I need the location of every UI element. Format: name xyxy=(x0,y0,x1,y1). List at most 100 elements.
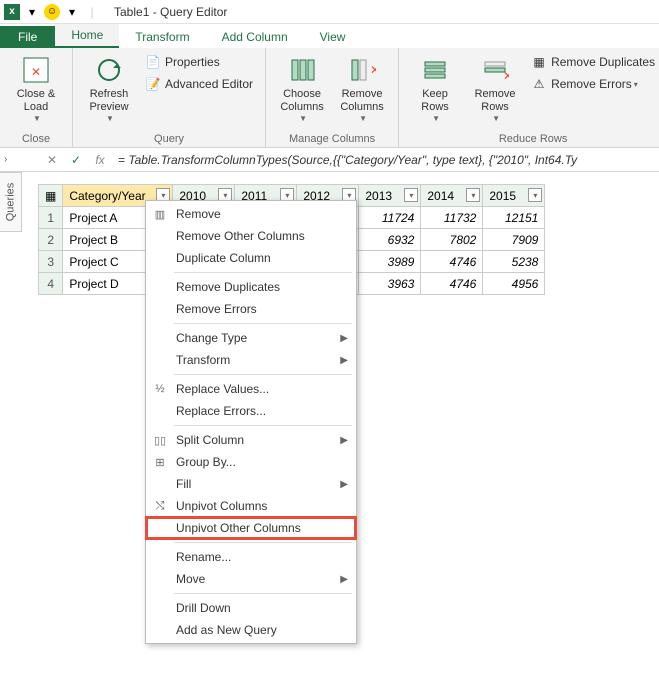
menu-drill-down[interactable]: Drill Down xyxy=(146,597,356,619)
choose-columns-button[interactable]: ChooseColumns ▼ xyxy=(274,52,330,125)
row-number[interactable]: 3 xyxy=(39,251,63,273)
cell[interactable]: 11732 xyxy=(421,207,483,229)
group-close: ✕ Close &Load ▼ Close xyxy=(0,48,73,147)
group-reduce-rows: KeepRows ▼ ✕ RemoveRows ▼ ▦Remove Duplic… xyxy=(399,48,659,147)
close-load-label: Close &Load xyxy=(17,88,56,114)
title-bar: x ▾ ☺ ▾ | Table1 - Query Editor xyxy=(0,0,659,24)
formula-input[interactable] xyxy=(112,151,659,169)
keep-rows-button[interactable]: KeepRows ▼ xyxy=(407,52,463,125)
cell[interactable]: 7802 xyxy=(421,229,483,251)
chevron-down-icon: ▼ xyxy=(492,114,500,123)
col-header-2014[interactable]: 2014▾ xyxy=(421,185,483,207)
cell[interactable]: 11724 xyxy=(359,207,421,229)
filter-icon[interactable]: ▾ xyxy=(404,188,418,202)
expand-queries-icon[interactable]: › xyxy=(4,154,7,165)
close-load-button[interactable]: ✕ Close &Load ▼ xyxy=(8,52,64,125)
tab-file[interactable]: File xyxy=(0,26,55,48)
row-number[interactable]: 1 xyxy=(39,207,63,229)
cell[interactable]: 3989 xyxy=(359,251,421,273)
filter-icon[interactable]: ▾ xyxy=(528,188,542,202)
submenu-arrow-icon: ▶ xyxy=(340,479,348,490)
row-number[interactable]: 2 xyxy=(39,229,63,251)
properties-button[interactable]: 📄Properties xyxy=(141,52,257,72)
menu-transform[interactable]: Transform▶ xyxy=(146,349,356,371)
menu-separator xyxy=(174,374,352,375)
tab-add-column[interactable]: Add Column xyxy=(206,26,304,48)
formula-bar: ✕ ✓ fx xyxy=(0,148,659,172)
choose-columns-label: ChooseColumns xyxy=(280,88,323,114)
tab-home[interactable]: Home xyxy=(55,24,119,48)
cell[interactable]: 12151 xyxy=(483,207,545,229)
remove-column-icon: ▥ xyxy=(152,206,168,222)
remove-duplicates-button[interactable]: ▦Remove Duplicates xyxy=(527,52,659,72)
menu-change-type[interactable]: Change Type▶ xyxy=(146,327,356,349)
qat-separator: | xyxy=(83,3,101,21)
menu-label: Replace Values... xyxy=(176,382,269,396)
filter-icon[interactable]: ▾ xyxy=(466,188,480,202)
group-by-icon: ⊞ xyxy=(152,454,168,470)
cell[interactable]: 5238 xyxy=(483,251,545,273)
menu-move[interactable]: Move▶ xyxy=(146,568,356,590)
split-column-icon: ▯▯ xyxy=(152,432,168,448)
unpivot-icon: ⤭ xyxy=(152,498,168,514)
menu-split-column[interactable]: ▯▯Split Column▶ xyxy=(146,429,356,451)
fx-icon[interactable]: fx xyxy=(88,150,112,170)
menu-remove-duplicates[interactable]: Remove Duplicates xyxy=(146,276,356,298)
chevron-down-icon: ▼ xyxy=(432,114,440,123)
refresh-preview-button[interactable]: RefreshPreview ▼ xyxy=(81,52,137,125)
menu-group-by[interactable]: ⊞ Group By... xyxy=(146,451,356,473)
col-header-2015[interactable]: 2015▾ xyxy=(483,185,545,207)
ribbon: ✕ Close &Load ▼ Close RefreshPreview ▼ 📄… xyxy=(0,48,659,148)
formula-cancel-button[interactable]: ✕ xyxy=(40,150,64,170)
menu-replace-errors[interactable]: Replace Errors... xyxy=(146,400,356,422)
cell[interactable]: 4956 xyxy=(483,273,545,295)
qat-dropdown-icon[interactable]: ▾ xyxy=(23,3,41,21)
remove-columns-button[interactable]: ✕ RemoveColumns ▼ xyxy=(334,52,390,125)
remove-columns-icon: ✕ xyxy=(346,54,378,86)
menu-label: Add as New Query xyxy=(176,623,277,637)
remove-rows-label: RemoveRows xyxy=(475,88,516,114)
cell[interactable]: 7909 xyxy=(483,229,545,251)
tab-view[interactable]: View xyxy=(304,26,362,48)
menu-rename[interactable]: Rename... xyxy=(146,546,356,568)
menu-remove-errors[interactable]: Remove Errors xyxy=(146,298,356,320)
excel-icon: x xyxy=(4,4,20,20)
remove-rows-button[interactable]: ✕ RemoveRows ▼ xyxy=(467,52,523,125)
col-header-label: Category/Year xyxy=(69,189,145,203)
cell[interactable]: 3963 xyxy=(359,273,421,295)
chevron-down-icon: ▼ xyxy=(106,114,114,123)
submenu-arrow-icon: ▶ xyxy=(340,574,348,585)
cell[interactable]: 4746 xyxy=(421,273,483,295)
corner-cell[interactable]: ▦ xyxy=(39,185,63,207)
row-number[interactable]: 4 xyxy=(39,273,63,295)
cell[interactable]: 4746 xyxy=(421,251,483,273)
remove-duplicates-label: Remove Duplicates xyxy=(551,55,655,69)
menu-unpivot-other-columns[interactable]: Unpivot Other Columns xyxy=(146,517,356,539)
menu-fill[interactable]: Fill▶ xyxy=(146,473,356,495)
cell[interactable]: 6932 xyxy=(359,229,421,251)
menu-add-as-new-query[interactable]: Add as New Query xyxy=(146,619,356,641)
menu-unpivot-columns[interactable]: ⤭Unpivot Columns xyxy=(146,495,356,517)
menu-remove[interactable]: ▥Remove xyxy=(146,203,356,225)
remove-errors-button[interactable]: ⚠Remove Errors▾ xyxy=(527,74,659,94)
keep-rows-label: KeepRows xyxy=(421,88,449,114)
chevron-down-icon: ▾ xyxy=(634,80,638,89)
menu-label: Remove Other Columns xyxy=(176,229,305,243)
menu-label: Replace Errors... xyxy=(176,404,266,418)
qat-dropdown-2-icon[interactable]: ▾ xyxy=(63,3,81,21)
advanced-editor-label: Advanced Editor xyxy=(165,77,253,91)
menu-duplicate-column[interactable]: Duplicate Column xyxy=(146,247,356,269)
queries-pane-tab[interactable]: Queries xyxy=(0,172,22,232)
advanced-editor-button[interactable]: 📝Advanced Editor xyxy=(141,74,257,94)
menu-label: Group By... xyxy=(176,455,236,469)
svg-text:✕: ✕ xyxy=(370,63,376,77)
smiley-icon[interactable]: ☺ xyxy=(43,3,61,21)
col-header-label: 2013 xyxy=(365,189,392,203)
menu-replace-values[interactable]: ½Replace Values... xyxy=(146,378,356,400)
submenu-arrow-icon: ▶ xyxy=(340,333,348,344)
col-header-2013[interactable]: 2013 ▾ xyxy=(359,185,421,207)
tab-transform[interactable]: Transform xyxy=(119,26,205,48)
menu-remove-other-columns[interactable]: Remove Other Columns xyxy=(146,225,356,247)
formula-accept-button[interactable]: ✓ xyxy=(64,150,88,170)
menu-label: Drill Down xyxy=(176,601,231,615)
